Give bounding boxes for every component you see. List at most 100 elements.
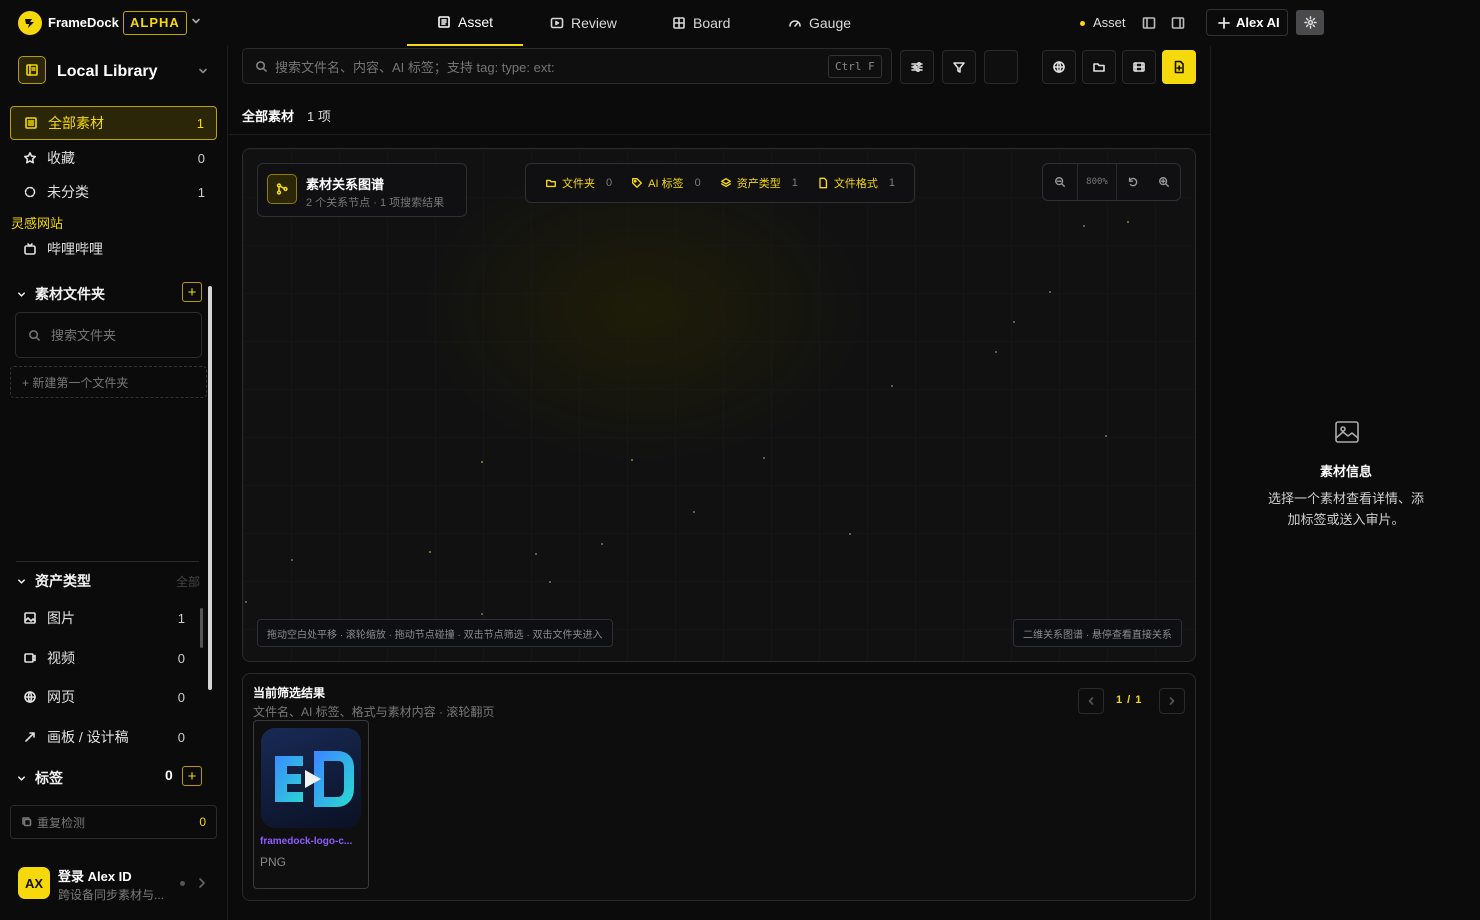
- nav-favorites-count: 0: [197, 150, 205, 166]
- app-menu-chevron-icon[interactable]: [190, 15, 202, 27]
- sidebar: Local Library 全部素材 1 收藏 0 未分类 1 灵感网站 哔哩哔…: [0, 46, 228, 920]
- asset-type-label: 画板 / 设计稿: [47, 729, 129, 745]
- tab-review-label: Review: [571, 15, 617, 31]
- chip-file-format[interactable]: 文件格式 1: [817, 175, 895, 191]
- asset-type-image[interactable]: 图片 1: [10, 601, 195, 635]
- app-logo-icon: [18, 11, 42, 35]
- main-panel: Ctrl F 全部素材 1 项 素材关系图谱: [229, 46, 1210, 920]
- panel-right-toggle-icon[interactable]: [1171, 16, 1185, 30]
- adjust-filters-button[interactable]: [900, 50, 934, 84]
- open-folder-button[interactable]: [1082, 50, 1116, 84]
- account-title: 登录 Alex ID: [58, 869, 132, 884]
- library-icon: [18, 56, 46, 84]
- info-title: 素材信息: [1319, 464, 1372, 479]
- asset-name: framedock-logo-c...: [260, 836, 353, 847]
- status-label: Asset: [1093, 15, 1126, 30]
- nav-uncategorized[interactable]: 未分类 1: [10, 175, 217, 209]
- asset-types-all-link[interactable]: 全部: [176, 573, 200, 590]
- graph-title: 素材关系图谱: [306, 177, 385, 192]
- add-folder-button[interactable]: +: [182, 282, 202, 302]
- web-import-button[interactable]: [1042, 50, 1076, 84]
- tab-board[interactable]: Board: [672, 0, 730, 46]
- zoom-in-icon[interactable]: [1149, 176, 1179, 188]
- asset-format: PNG: [260, 855, 287, 869]
- file-icon: [817, 177, 829, 189]
- tags-title: 标签: [35, 770, 63, 786]
- asset-type-video[interactable]: 视频 0: [10, 641, 195, 675]
- folder-icon: [545, 177, 557, 189]
- asset-info-panel: 素材信息 选择一个素材查看详情、添 加标签或送入审片。: [1210, 46, 1480, 920]
- chip-ai-tag[interactable]: AI 标签 0: [631, 175, 701, 191]
- folder-search[interactable]: [15, 312, 202, 358]
- folder-icon: [1092, 60, 1106, 74]
- gauge-icon: [788, 16, 802, 30]
- sync-status-dot: [180, 881, 185, 886]
- search-icon: [28, 329, 41, 342]
- asset-type-label: 视频: [47, 650, 75, 666]
- graph-hint-left: 拖动空白处平移 · 滚轮缩放 · 拖动节点碰撞 · 双击节点筛选 · 双击文件夹…: [257, 619, 613, 647]
- global-search[interactable]: Ctrl F: [242, 48, 892, 84]
- relation-graph[interactable]: 素材关系图谱 2 个关系节点 · 1 项搜索结果 文件夹 0 AI 标签 0 资产类…: [242, 148, 1196, 662]
- new-folder-button[interactable]: + 新建第一个文件夹: [10, 366, 207, 398]
- chip-folder[interactable]: 文件夹 0: [545, 175, 612, 191]
- results-panel: 当前筛选结果 文件名、AI 标签、格式与素材内容 · 滚轮翻页 1 / 1 fr…: [242, 673, 1196, 901]
- add-file-button[interactable]: [1162, 50, 1196, 84]
- add-tag-button[interactable]: +: [182, 766, 202, 786]
- reset-view-icon[interactable]: [1117, 176, 1149, 188]
- filter-button[interactable]: [942, 50, 976, 84]
- tab-review[interactable]: Review: [550, 0, 617, 46]
- panel-left-toggle-icon[interactable]: [1142, 16, 1156, 30]
- library-selector[interactable]: Local Library: [0, 56, 228, 88]
- settings-gear-icon[interactable]: [1296, 10, 1324, 35]
- folder-search-input[interactable]: [51, 327, 181, 343]
- empty-tool-button[interactable]: [984, 50, 1018, 84]
- tab-gauge[interactable]: Gauge: [788, 0, 851, 46]
- app-name: FrameDock: [48, 15, 119, 30]
- page-indicator: 1 / 1: [1116, 694, 1143, 706]
- chip-asset-type[interactable]: 资产类型 1: [720, 175, 798, 191]
- chevron-down-icon: [16, 289, 27, 300]
- tab-asset[interactable]: Asset: [407, 0, 523, 46]
- sidebar-scrollbar[interactable]: [208, 286, 212, 690]
- import-media-button[interactable]: [1122, 50, 1156, 84]
- prev-page-button[interactable]: [1078, 688, 1104, 714]
- asset-type-design[interactable]: 画板 / 设计稿 0: [10, 720, 195, 754]
- chip-label: 资产类型: [736, 178, 781, 190]
- global-search-input[interactable]: [275, 57, 815, 77]
- search-icon: [255, 60, 268, 73]
- nav-favorites[interactable]: 收藏 0: [10, 141, 217, 175]
- asset-types-title: 资产类型: [35, 573, 91, 589]
- sliders-icon: [910, 60, 924, 74]
- tv-icon: [23, 242, 37, 256]
- graph-subtitle: 2 个关系节点 · 1 项搜索结果: [306, 197, 445, 209]
- star-icon: [23, 151, 37, 165]
- chevron-right-icon: [1167, 696, 1177, 706]
- play-square-icon: [550, 16, 564, 30]
- graph-title-card: 素材关系图谱 2 个关系节点 · 1 项搜索结果: [257, 163, 467, 217]
- asset-icon: [437, 15, 451, 29]
- chevron-down-icon: [16, 576, 27, 587]
- next-page-button[interactable]: [1159, 688, 1185, 714]
- asset-type-web[interactable]: 网页 0: [10, 680, 195, 714]
- copy-icon: [21, 816, 33, 828]
- tags-section-header[interactable]: 标签: [16, 768, 63, 788]
- nav-all-assets-label: 全部素材: [48, 115, 104, 131]
- zoom-out-icon[interactable]: [1043, 176, 1077, 188]
- asset-types-section-header[interactable]: 资产类型: [16, 571, 91, 591]
- results-title: 当前筛选结果: [253, 686, 326, 700]
- inspiration-item-bilibili[interactable]: 哔哩哔哩: [10, 232, 217, 266]
- asset-card[interactable]: framedock-logo-c... PNG: [253, 720, 369, 889]
- alex-ai-button[interactable]: Alex AI: [1206, 9, 1288, 36]
- chip-count: 1: [791, 177, 798, 189]
- nav-all-assets[interactable]: 全部素材 1: [10, 106, 217, 140]
- layers-icon: [720, 177, 732, 189]
- asset-types-scrollbar[interactable]: [199, 598, 204, 748]
- duplicate-label: 重复检测: [37, 815, 86, 830]
- alpha-badge: ALPHA: [123, 11, 187, 35]
- account-panel[interactable]: AX 登录 Alex ID 跨设备同步素材与...: [0, 860, 228, 906]
- duplicate-count: 0: [199, 815, 206, 829]
- info-text-line2: 加标签或送入审片。: [1287, 512, 1405, 527]
- folders-section-header[interactable]: 素材文件夹: [16, 284, 105, 304]
- asset-type-count: 0: [177, 689, 185, 705]
- duplicate-detect-button[interactable]: 重复检测 0: [10, 805, 217, 839]
